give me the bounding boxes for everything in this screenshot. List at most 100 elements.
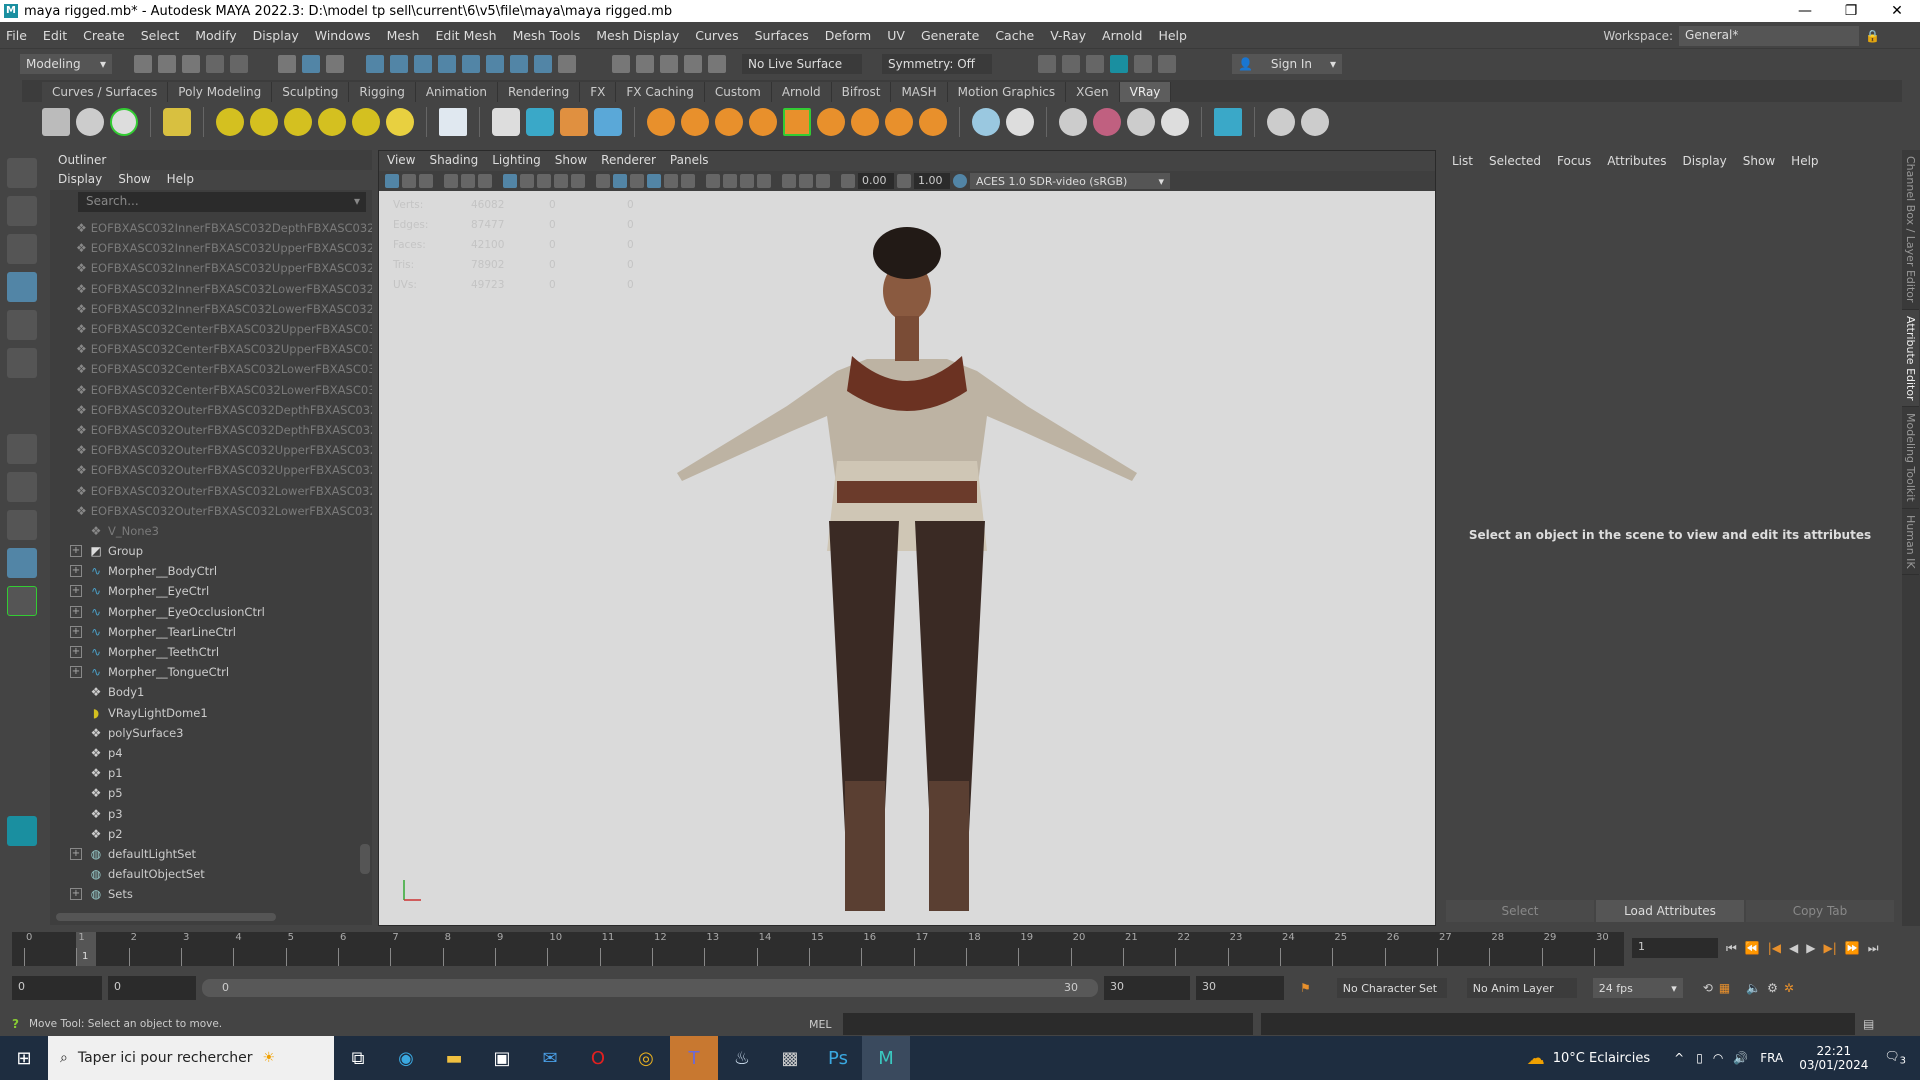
outliner-item[interactable]: ❖ EOFBXASC032OuterFBXASC032DepthFBXASC032…	[50, 420, 372, 440]
exposure-input[interactable]: 0.00	[858, 173, 894, 189]
proxy-export-icon[interactable]	[526, 108, 554, 136]
outliner-item[interactable]: ❖ EOFBXASC032OuterFBXASC032UpperFBXASC032…	[50, 460, 372, 480]
snap-vertex-icon[interactable]	[486, 54, 504, 73]
use-lights-icon[interactable]	[664, 174, 678, 188]
vray-cloud-icon[interactable]	[1214, 108, 1242, 136]
outliner-item[interactable]: ❖ EOFBXASC032InnerFBXASC032UpperFBXASC032…	[50, 238, 372, 258]
scene-end-input[interactable]: 30	[1196, 976, 1284, 1000]
outliner-item[interactable]: ❖ p2	[50, 824, 372, 844]
shelf-tab-fx-caching[interactable]: FX Caching	[616, 82, 705, 102]
menu-uv[interactable]: UV	[887, 28, 905, 43]
vray-scene-icon[interactable]	[1006, 108, 1034, 136]
shelf-tab-sculpting[interactable]: Sculpting	[272, 82, 350, 102]
viewport-menu-lighting[interactable]: Lighting	[492, 153, 541, 169]
outliner-item[interactable]: ❖ p4	[50, 743, 372, 763]
outliner-menu-help[interactable]: Help	[167, 172, 194, 188]
vray-physical-camera-icon[interactable]	[972, 108, 1000, 136]
shelf-tab-bifrost[interactable]: Bifrost	[831, 82, 892, 102]
outliner-item[interactable]: ❖ EOFBXASC032CenterFBXASC032UpperFBXASC03…	[50, 339, 372, 359]
outliner-item[interactable]: ◗ VRayLightDome1	[50, 703, 372, 723]
wireframe-icon[interactable]	[596, 174, 610, 188]
shelf-tab-motion-graphics[interactable]: Motion Graphics	[947, 82, 1067, 102]
grass-icon[interactable]	[715, 108, 743, 136]
expand-icon[interactable]: +	[70, 545, 82, 558]
mesh-clipper-icon[interactable]	[749, 108, 777, 136]
anti-aliasing-icon[interactable]	[740, 174, 754, 188]
side-tab-human-ik[interactable]: Human IK	[1902, 509, 1919, 576]
attr-menu-list[interactable]: List	[1452, 154, 1473, 168]
file-explorer-icon[interactable]: ▬	[430, 1036, 478, 1080]
outliner-menu-show[interactable]: Show	[118, 172, 150, 188]
viewport-menu-renderer[interactable]: Renderer	[601, 153, 656, 169]
image-plane-icon[interactable]	[444, 174, 458, 188]
attr-menu-attributes[interactable]: Attributes	[1607, 154, 1666, 168]
chrome-icon[interactable]: ◎	[622, 1036, 670, 1080]
attr-menu-help[interactable]: Help	[1791, 154, 1818, 168]
shelf-tab-rendering[interactable]: Rendering	[498, 82, 581, 102]
menu-edit[interactable]: Edit	[43, 28, 67, 43]
scene-start-input[interactable]: 0	[12, 976, 102, 1000]
menu-select[interactable]: Select	[141, 28, 180, 43]
outliner-item[interactable]: ❖ EOFBXASC032CenterFBXASC032UpperFBXASC03…	[50, 319, 372, 339]
bookmark-icon[interactable]	[419, 174, 433, 188]
vray-hair-icon[interactable]	[76, 108, 104, 136]
gamma-input[interactable]: 1.00	[914, 173, 950, 189]
2d-pan-zoom-icon[interactable]	[461, 174, 475, 188]
menu-deform[interactable]: Deform	[825, 28, 871, 43]
menu-mesh-display[interactable]: Mesh Display	[596, 28, 679, 43]
play-backwards-icon[interactable]: ◀	[1789, 941, 1798, 955]
notification-icon[interactable]: 🗨3	[1884, 1049, 1906, 1066]
sign-in-button[interactable]: 👤 Sign In ▾	[1232, 53, 1342, 74]
vray-lightmix-icon[interactable]	[1059, 108, 1087, 136]
menu-windows[interactable]: Windows	[315, 28, 371, 43]
outliner-item[interactable]: ❖ V_None3	[50, 521, 372, 541]
sound-icon[interactable]: 🔈	[1746, 981, 1761, 995]
safe-action-icon[interactable]	[554, 174, 568, 188]
grease-pencil-icon[interactable]	[478, 174, 492, 188]
script-editor-icon[interactable]: ▤	[1863, 1017, 1874, 1031]
snap-point-icon[interactable]	[414, 54, 432, 73]
outliner-item[interactable]: ❖ EOFBXASC032CenterFBXASC032LowerFBXASC03…	[50, 380, 372, 400]
open-scene-icon[interactable]	[158, 54, 176, 73]
outliner-item[interactable]: ❖ EOFBXASC032OuterFBXASC032DepthFBXASC032…	[50, 400, 372, 420]
plane-icon[interactable]	[439, 108, 467, 136]
color-management-toggle-icon[interactable]	[953, 174, 967, 188]
outliner-item[interactable]: + ◍ Sets	[50, 884, 372, 904]
chevron-down-icon[interactable]: ▾	[354, 194, 360, 208]
playback-end-input[interactable]: 30	[1104, 976, 1190, 1000]
windows-start-icon[interactable]: ⊞	[0, 1036, 48, 1080]
step-forward-key-icon[interactable]: ⏩	[1845, 941, 1860, 955]
four-view-layout-icon[interactable]	[7, 472, 37, 502]
outliner-item[interactable]: ❖ EOFBXASC032OuterFBXASC032UpperFBXASC032…	[50, 440, 372, 460]
go-to-end-icon[interactable]: ⏭	[1868, 941, 1879, 956]
loop-icon[interactable]: ⟲	[1703, 981, 1713, 995]
outliner-item[interactable]: + ∿ Morpher__TongueCtrl	[50, 662, 372, 682]
outliner-item[interactable]: ❖ p5	[50, 783, 372, 803]
viewport-menu-panels[interactable]: Panels	[670, 153, 709, 169]
attr-menu-display[interactable]: Display	[1683, 154, 1727, 168]
expand-icon[interactable]: +	[70, 646, 82, 659]
side-tab-attribute-editor[interactable]: Attribute Editor	[1902, 309, 1919, 408]
menu-curves[interactable]: Curves	[695, 28, 738, 43]
wifi-icon[interactable]: ◠	[1713, 1051, 1723, 1065]
opera-icon[interactable]: O	[574, 1036, 622, 1080]
vray-light-icon[interactable]	[163, 108, 191, 136]
viewport-menu-shading[interactable]: Shading	[429, 153, 478, 169]
menu-arnold[interactable]: Arnold	[1102, 28, 1142, 43]
expand-icon[interactable]: +	[70, 625, 82, 638]
volume-icon[interactable]: 🔊	[1733, 1051, 1748, 1065]
render-frame-icon[interactable]	[1038, 54, 1056, 73]
app-icon[interactable]: ▩	[766, 1036, 814, 1080]
maya-taskbar-icon[interactable]: M	[862, 1036, 910, 1080]
outliner-item[interactable]: ❖ p1	[50, 763, 372, 783]
outliner-item[interactable]: + ∿ Morpher__EyeCtrl	[50, 581, 372, 601]
xray-joints-icon[interactable]	[799, 174, 813, 188]
attr-menu-focus[interactable]: Focus	[1557, 154, 1591, 168]
object-id-icon[interactable]	[817, 108, 845, 136]
edge-icon[interactable]: ◉	[382, 1036, 430, 1080]
single-perspective-layout-icon[interactable]	[7, 434, 37, 464]
auto-key-icon[interactable]: ⚑	[1300, 981, 1311, 995]
script-language-toggle[interactable]: MEL	[809, 1018, 843, 1031]
outliner-item[interactable]: + ∿ Morpher__TeethCtrl	[50, 642, 372, 662]
menu-generate[interactable]: Generate	[921, 28, 979, 43]
